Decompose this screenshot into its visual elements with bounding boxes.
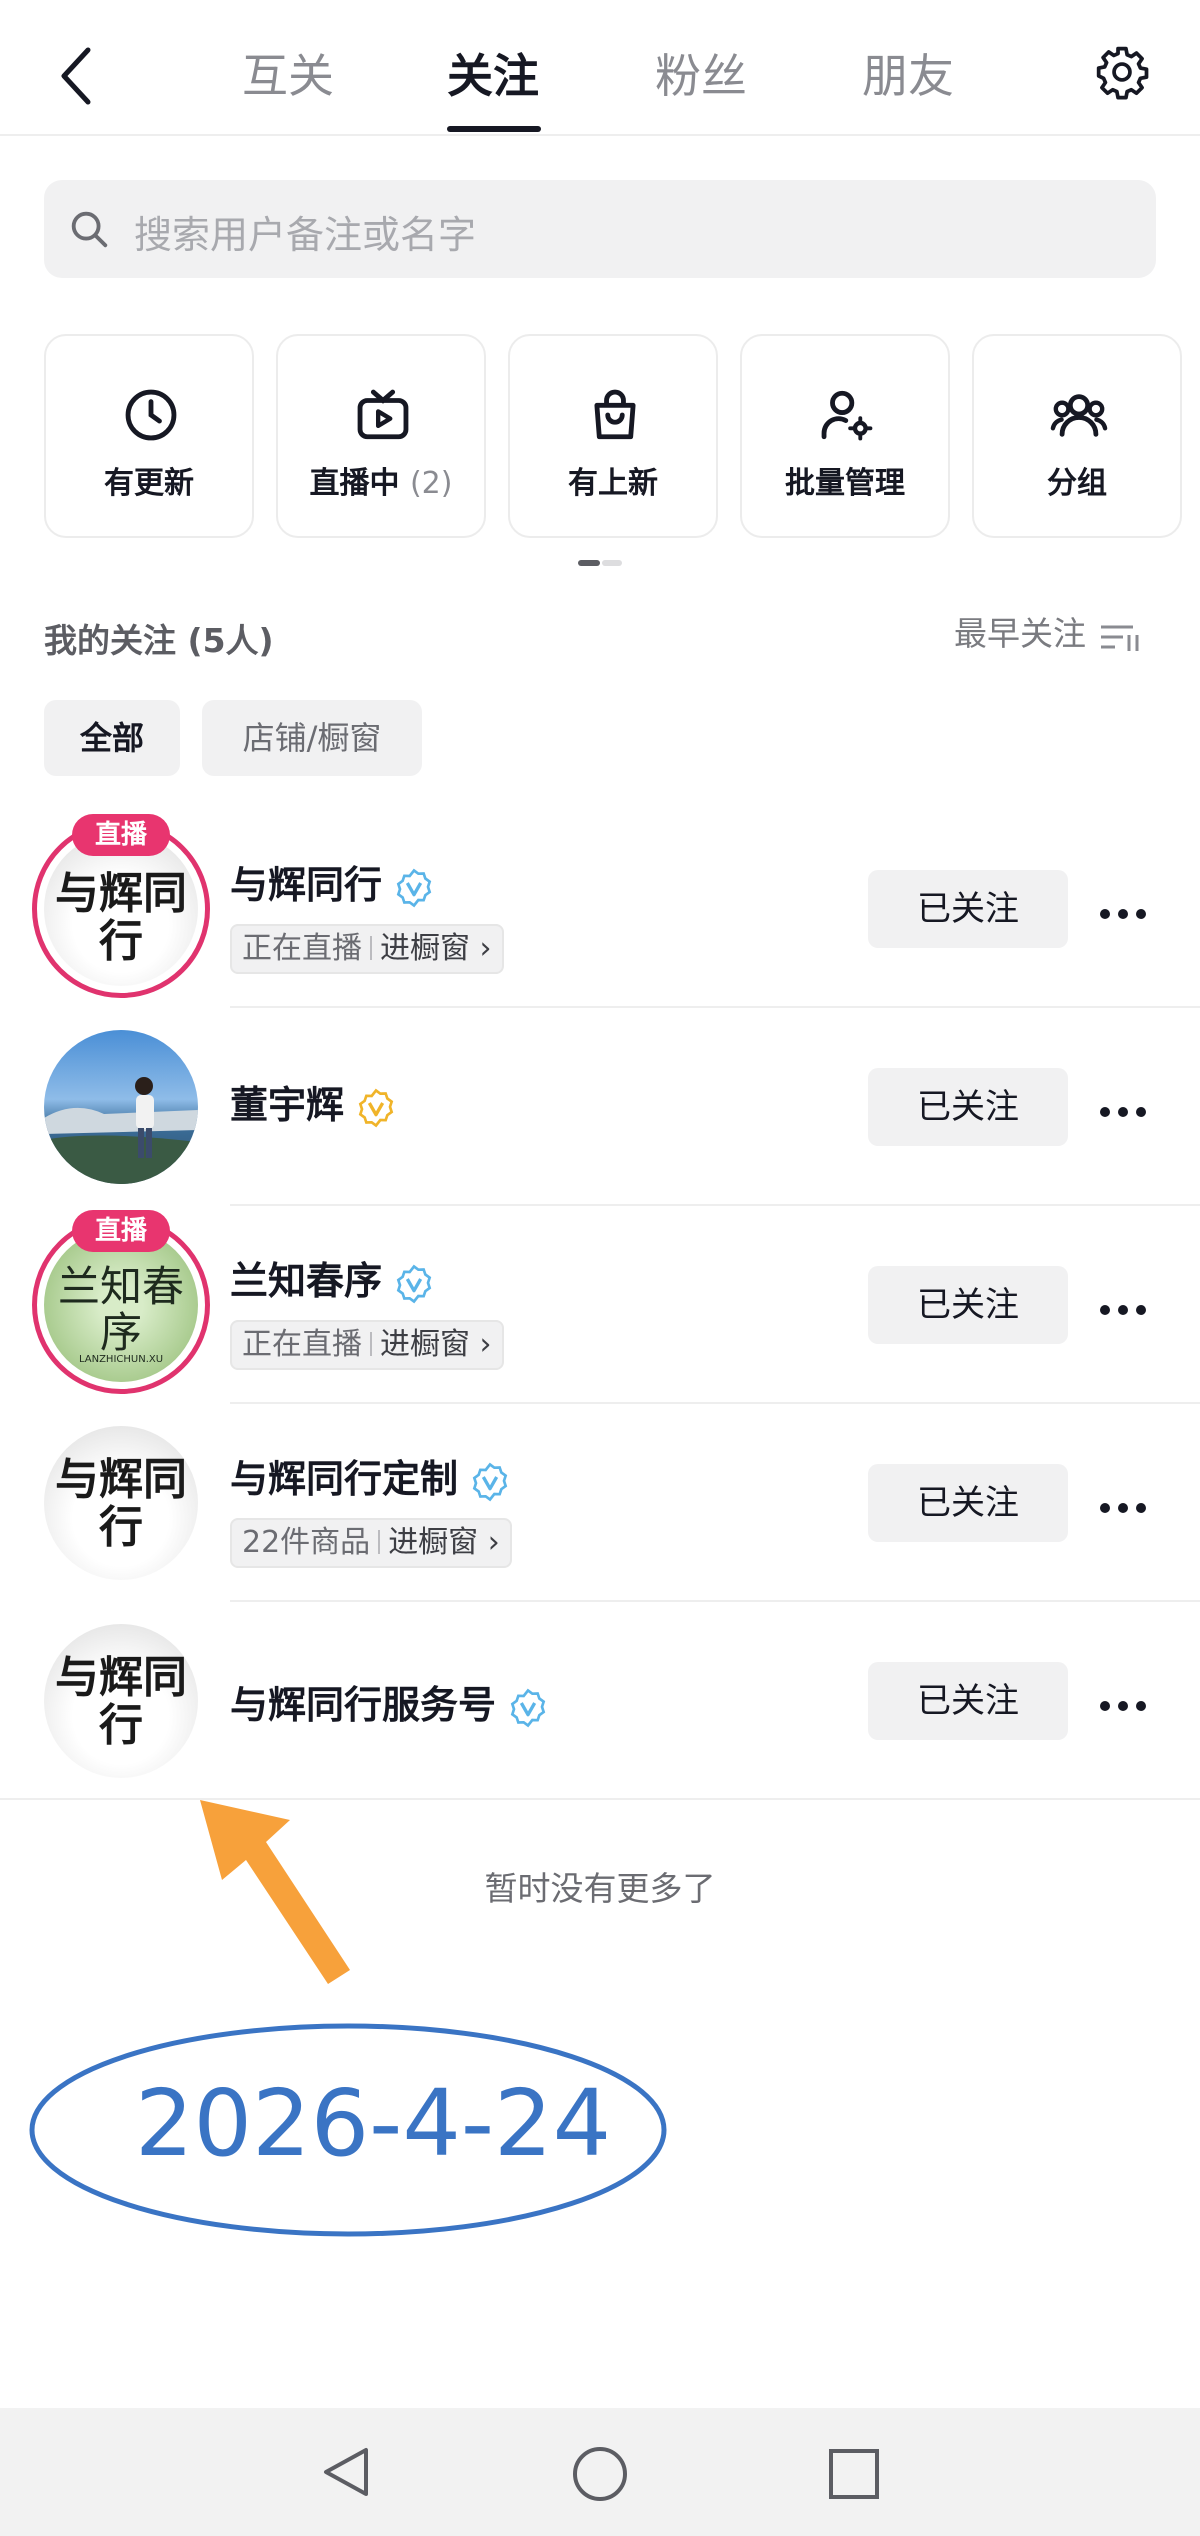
quick-updates-card[interactable]: 有更新 bbox=[44, 334, 254, 538]
tab-fans[interactable]: 粉丝 bbox=[655, 40, 747, 106]
recents-square-icon[interactable] bbox=[826, 2446, 882, 2502]
quick-live-label: 直播中 bbox=[309, 466, 400, 501]
avatar-photo bbox=[44, 1077, 198, 1184]
back-arrow-icon[interactable] bbox=[56, 46, 96, 106]
system-nav-bar bbox=[0, 2408, 1200, 2536]
following-button[interactable]: 已关注 bbox=[868, 870, 1068, 948]
chevron-right-icon: › bbox=[470, 1327, 492, 1362]
tab-mutual[interactable]: 互关 bbox=[242, 40, 334, 106]
sort-label: 最早关注 bbox=[954, 614, 1086, 653]
annotation-date: 2026-4-24 bbox=[135, 2070, 612, 2177]
user-name: 兰知春序 bbox=[230, 1250, 434, 1305]
top-tab-bar: 互关 关注 粉丝 朋友 bbox=[0, 0, 1200, 136]
page-indicator-active bbox=[578, 560, 600, 566]
live-status-tag[interactable]: 正在直播 进橱窗 › bbox=[230, 1320, 504, 1370]
quick-batch-manage-card[interactable]: 批量管理 bbox=[740, 334, 950, 538]
sort-button[interactable]: 最早关注 bbox=[954, 606, 1141, 662]
chevron-right-icon: › bbox=[470, 931, 492, 966]
following-row[interactable]: 兰知春序 LANZHICHUN.XU 直播 兰知春序 正在直播 进橱窗 › 已关注 bbox=[0, 1206, 1200, 1404]
quick-updates-label: 有更新 bbox=[104, 466, 194, 501]
quick-new-items-card[interactable]: 有上新 bbox=[508, 334, 718, 538]
filter-shop-chip[interactable]: 店铺/橱窗 bbox=[202, 700, 422, 776]
live-badge: 直播 bbox=[72, 814, 170, 856]
search-placeholder: 搜索用户备注或名字 bbox=[134, 213, 477, 257]
quick-group-label: 分组 bbox=[1047, 466, 1107, 501]
quick-new-items-label: 有上新 bbox=[568, 466, 658, 501]
user-name: 董宇辉 bbox=[230, 1074, 396, 1129]
avatar[interactable]: 与辉同行 bbox=[44, 1624, 198, 1778]
following-row[interactable]: 与辉同行 与辉同行服务号 已关注 bbox=[0, 1602, 1200, 1800]
live-badge: 直播 bbox=[72, 1210, 170, 1252]
avatar[interactable]: 与辉同行 bbox=[44, 1426, 198, 1580]
following-button[interactable]: 已关注 bbox=[868, 1068, 1068, 1146]
gear-icon[interactable] bbox=[1094, 44, 1150, 100]
verified-badge-icon bbox=[396, 868, 432, 907]
home-circle-icon[interactable] bbox=[570, 2444, 630, 2504]
verified-badge-icon bbox=[472, 1462, 508, 1501]
more-options-icon[interactable] bbox=[1100, 904, 1154, 923]
following-button[interactable]: 已关注 bbox=[868, 1662, 1068, 1740]
tv-live-icon bbox=[357, 389, 409, 440]
search-icon bbox=[71, 211, 108, 248]
avatar-calligraphy: 与辉同行 bbox=[55, 1454, 187, 1553]
avatar[interactable] bbox=[44, 1030, 198, 1184]
following-button[interactable]: 已关注 bbox=[868, 1464, 1068, 1542]
page-indicator bbox=[602, 560, 622, 566]
following-count-title: 我的关注 (5人) bbox=[44, 621, 274, 660]
filter-all-chip[interactable]: 全部 bbox=[44, 700, 180, 776]
more-options-icon[interactable] bbox=[1100, 1696, 1154, 1715]
chevron-right-icon: › bbox=[478, 1525, 500, 1560]
shopping-bag-icon bbox=[594, 389, 636, 440]
group-icon bbox=[1050, 394, 1108, 437]
verified-badge-icon bbox=[510, 1688, 546, 1727]
more-options-icon[interactable] bbox=[1100, 1300, 1154, 1319]
following-row[interactable]: 与辉同行 与辉同行定制 22件商品 进橱窗 › 已关注 bbox=[0, 1404, 1200, 1602]
tab-friends[interactable]: 朋友 bbox=[862, 40, 954, 106]
avatar-calligraphy: 与辉同行 bbox=[55, 1652, 187, 1751]
annotation-arrow-icon bbox=[200, 1800, 350, 1984]
search-input[interactable]: 搜索用户备注或名字 bbox=[44, 180, 1156, 278]
user-name: 与辉同行定制 bbox=[230, 1448, 510, 1503]
following-row[interactable]: 董宇辉 已关注 bbox=[0, 1008, 1200, 1206]
more-options-icon[interactable] bbox=[1100, 1102, 1154, 1121]
following-button[interactable]: 已关注 bbox=[868, 1266, 1068, 1344]
tab-following[interactable]: 关注 bbox=[447, 40, 539, 106]
live-status-tag[interactable]: 正在直播 进橱窗 › bbox=[230, 924, 504, 974]
shop-items-tag[interactable]: 22件商品 进橱窗 › bbox=[230, 1518, 512, 1568]
sort-icon bbox=[1101, 625, 1139, 651]
user-name: 与辉同行服务号 bbox=[230, 1674, 548, 1729]
back-triangle-icon[interactable] bbox=[318, 2444, 374, 2500]
active-tab-indicator bbox=[447, 126, 541, 132]
verified-badge-icon bbox=[396, 1264, 432, 1303]
more-options-icon[interactable] bbox=[1100, 1498, 1154, 1517]
quick-live-count: (2) bbox=[409, 466, 453, 501]
user-gear-icon bbox=[821, 390, 873, 441]
quick-live-card[interactable]: 直播中 (2) bbox=[276, 334, 486, 538]
quick-batch-manage-label: 批量管理 bbox=[785, 466, 905, 501]
verified-badge-gold-icon bbox=[358, 1088, 394, 1127]
clock-icon bbox=[125, 389, 177, 441]
quick-group-card[interactable]: 分组 bbox=[972, 334, 1182, 538]
following-row[interactable]: 与辉同行 直播 与辉同行 正在直播 进橱窗 › 已关注 bbox=[0, 810, 1200, 1008]
user-name: 与辉同行 bbox=[230, 854, 434, 909]
